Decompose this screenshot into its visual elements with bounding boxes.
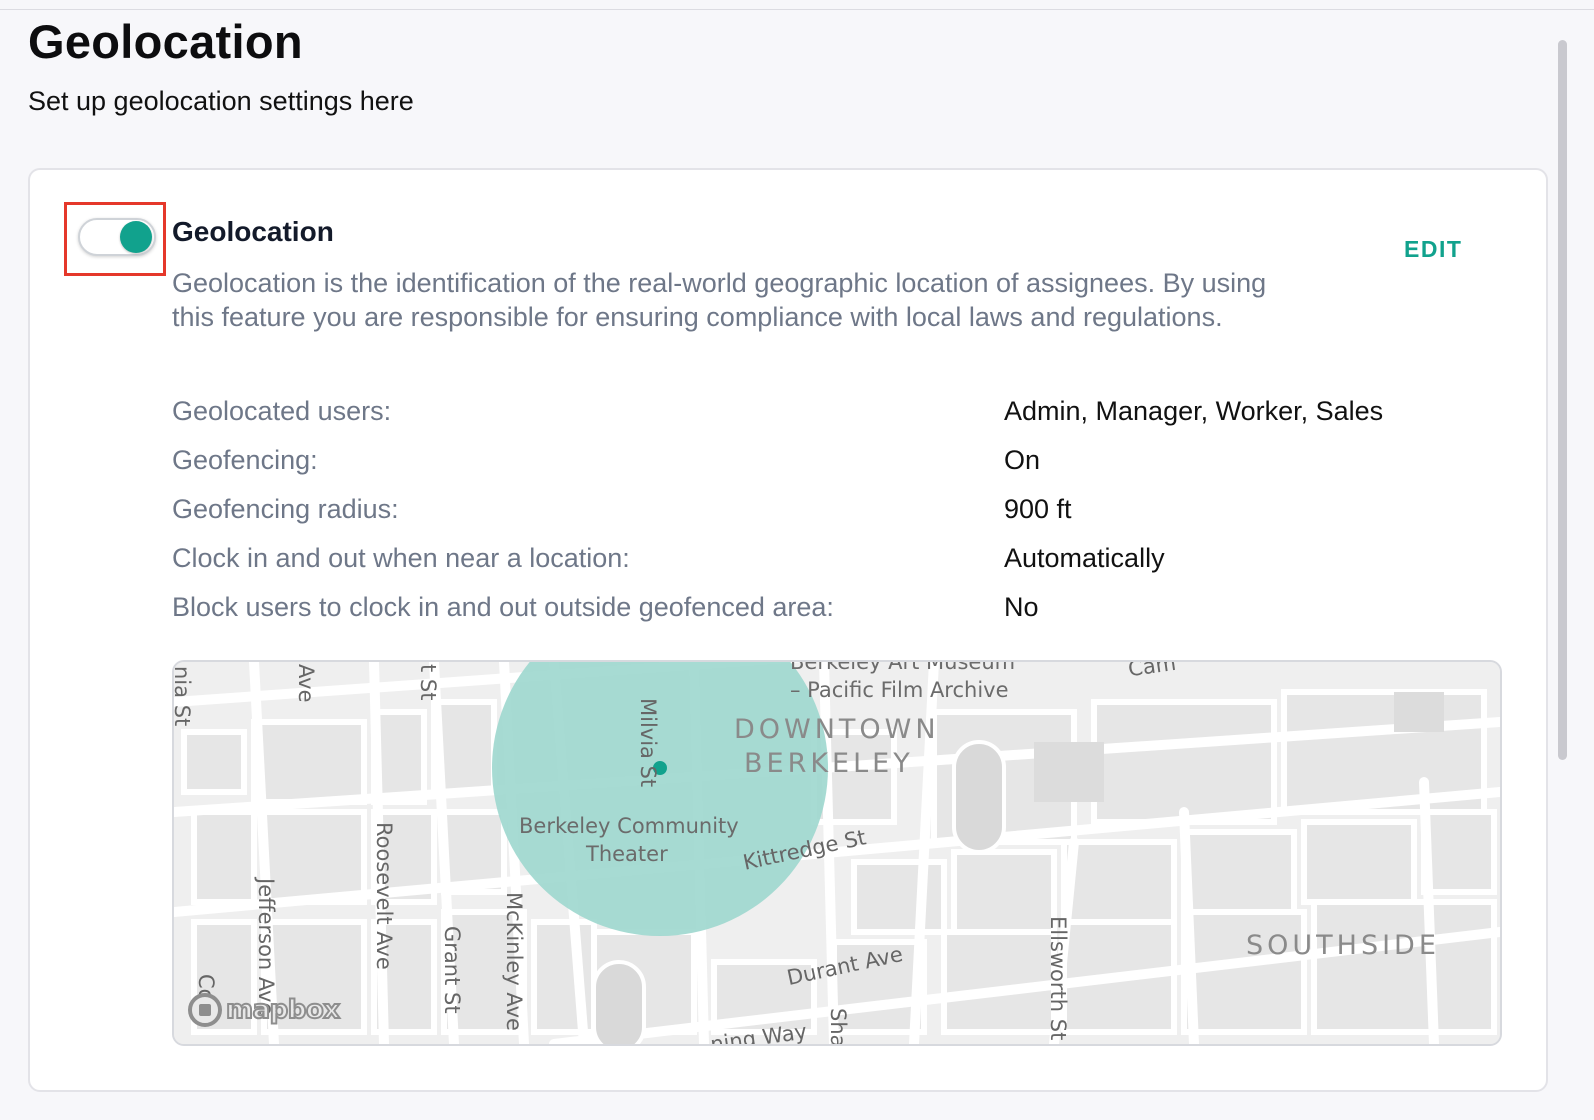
- map-label-ave-top: Ave: [294, 664, 318, 703]
- map-label-berkeley: BERKELEY: [744, 748, 914, 779]
- setting-row-geolocated-users: Geolocated users: Admin, Manager, Worker…: [172, 396, 1512, 445]
- map-label-mckinley: McKinley Ave: [502, 892, 526, 1031]
- setting-value: Automatically: [1004, 543, 1165, 573]
- map-label-st-top: t St: [416, 664, 440, 701]
- map-label-film-archive: – Pacific Film Archive: [790, 678, 1009, 702]
- page-subtitle: Set up geolocation settings here: [28, 86, 414, 116]
- setting-label: Block users to clock in and out outside …: [172, 592, 834, 622]
- map-label-milvia: Milvia St: [636, 698, 660, 788]
- mapbox-logo[interactable]: mapbox: [188, 990, 341, 1030]
- setting-label: Geolocated users:: [172, 396, 392, 426]
- setting-value: Admin, Manager, Worker, Sales: [1004, 396, 1384, 426]
- section-title: Geolocation: [172, 216, 334, 247]
- setting-row-clock-near-location: Clock in and out when near a location: A…: [172, 543, 1512, 592]
- setting-value: 900 ft: [1004, 494, 1072, 524]
- setting-label: Clock in and out when near a location:: [172, 543, 630, 573]
- page-title: Geolocation: [28, 15, 303, 68]
- setting-row-geofencing: Geofencing: On: [172, 445, 1512, 494]
- map-label-california: nia St: [172, 666, 194, 727]
- mapbox-wordmark: mapbox: [225, 994, 341, 1026]
- map-label-roosevelt: Roosevelt Ave: [372, 822, 396, 970]
- map-label-theater: Berkeley Community: [519, 814, 739, 838]
- map-label-theater-2: Theater: [586, 842, 668, 866]
- settings-list: Geolocated users: Admin, Manager, Worker…: [172, 396, 1512, 641]
- setting-row-block-outside-geofence: Block users to clock in and out outside …: [172, 592, 1512, 641]
- mapbox-icon: [188, 993, 222, 1027]
- scrollbar[interactable]: [1558, 40, 1567, 760]
- geofence-map[interactable]: Milvia St DOWNTOWN BERKELEY Berkeley Art…: [172, 660, 1502, 1046]
- section-description: Geolocation is the identification of the…: [172, 268, 1267, 332]
- toggle-knob: [120, 221, 152, 253]
- setting-row-geofencing-radius: Geofencing radius: 900 ft: [172, 494, 1512, 543]
- setting-value: On: [1004, 445, 1041, 475]
- map-label-southside: SOUTHSIDE: [1246, 930, 1440, 961]
- map-label-downtown: DOWNTOWN: [734, 714, 940, 745]
- setting-label: Geofencing radius:: [172, 494, 399, 524]
- map-label-museum: Berkeley Art Museum: [790, 660, 1016, 674]
- geolocation-toggle[interactable]: [78, 218, 156, 256]
- map-label-shattuck: Sha: [826, 1008, 850, 1046]
- setting-value: No: [1004, 592, 1039, 622]
- map-label-grant: Grant St: [440, 926, 464, 1014]
- setting-label: Geofencing:: [172, 445, 318, 475]
- top-divider: [0, 9, 1594, 10]
- map-label-ellsworth: Ellsworth St: [1046, 916, 1070, 1041]
- edit-button[interactable]: EDIT: [1404, 236, 1462, 263]
- geolocation-card: Geolocation EDIT Geolocation is the iden…: [28, 168, 1548, 1092]
